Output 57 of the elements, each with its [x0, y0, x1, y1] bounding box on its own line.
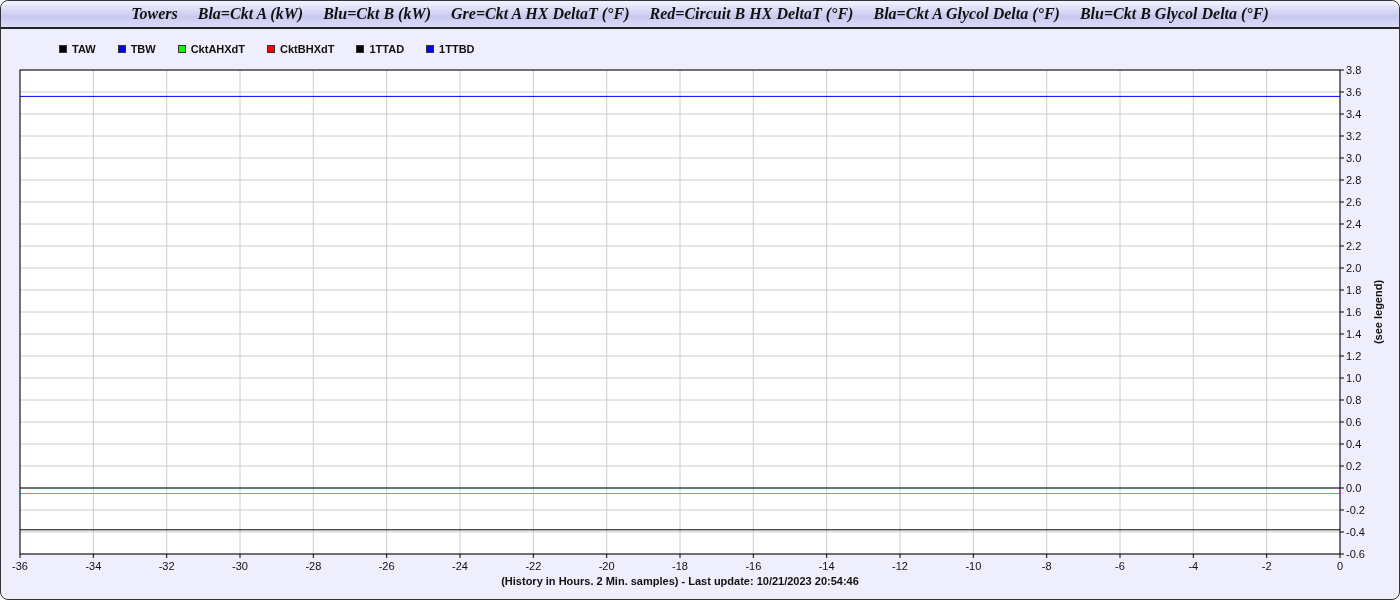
y-tick-label: 3.6 — [1346, 86, 1362, 98]
y-tick-label: 0.4 — [1346, 438, 1362, 450]
x-axis-title: (History in Hours. 2 Min. samples) - Last update: 10/21/2023 20:54:46 — [501, 575, 859, 587]
y-tick-label: 2.4 — [1346, 218, 1362, 230]
y-tick-label: 2.2 — [1346, 240, 1362, 252]
y-tick-label: 2.0 — [1346, 262, 1362, 274]
y-tick-label: 2.8 — [1346, 174, 1362, 186]
x-tick-label: -34 — [85, 560, 102, 572]
x-tick-label: -20 — [598, 560, 615, 572]
y-tick-label: 0.8 — [1346, 394, 1362, 406]
y-tick-label: -0.2 — [1346, 504, 1365, 516]
legend-label: CktAHXdT — [190, 43, 246, 55]
y-tick-label: 1.2 — [1346, 350, 1362, 362]
x-tick-label: -16 — [745, 560, 762, 572]
x-tick-label: -24 — [452, 560, 468, 572]
x-tick-label: -4 — [1188, 560, 1199, 572]
x-tick-label: -12 — [892, 560, 908, 572]
y-tick-label: 3.4 — [1346, 108, 1362, 120]
y-tick-label: 1.6 — [1346, 306, 1362, 318]
x-tick-label: -30 — [232, 560, 248, 572]
legend-label: TBW — [130, 43, 156, 55]
x-tick-label: -32 — [158, 560, 175, 572]
x-tick-label: -36 — [12, 560, 28, 572]
title-text: Blu=Ckt B Glycol Delta (°F) — [1079, 5, 1269, 23]
title-text: Red=Circuit B HX DeltaT (°F) — [649, 5, 854, 23]
title-text: Bla=Ckt A (kW) — [197, 5, 304, 23]
y-tick-label: -0.6 — [1346, 548, 1365, 560]
y-tick-label: 0.2 — [1346, 460, 1362, 472]
y-tick-label: -0.4 — [1346, 526, 1365, 538]
y-tick-label: 1.4 — [1346, 328, 1362, 340]
legend-label: 1TTBD — [439, 43, 475, 55]
title-text: Blu=Ckt B (kW) — [323, 5, 431, 23]
x-tick-label: -22 — [525, 560, 542, 572]
y-tick-label: 2.6 — [1346, 196, 1362, 208]
x-tick-label: -2 — [1261, 560, 1272, 572]
legend-label: 1TTAD — [369, 43, 405, 55]
y-tick-label: 3.0 — [1346, 152, 1362, 164]
legend-label: TAW — [72, 43, 96, 55]
y-axis-title: (see legend) — [1372, 279, 1384, 345]
x-tick-label: -14 — [818, 560, 835, 572]
x-tick-label: -6 — [1115, 560, 1125, 572]
x-tick-label: -26 — [378, 560, 395, 572]
x-tick-label: 0 — [1336, 560, 1344, 572]
y-tick-label: 0.6 — [1346, 416, 1362, 428]
x-tick-label: -18 — [672, 560, 688, 572]
y-tick-label: 1.0 — [1346, 372, 1362, 384]
x-tick-label: -10 — [965, 560, 982, 572]
title-text: Bla=Ckt A Glycol Delta (°F) — [873, 5, 1060, 23]
legend-label: CktBHXdT — [280, 43, 335, 55]
y-tick-label: 3.8 — [1346, 64, 1362, 76]
x-tick-label: -8 — [1041, 560, 1052, 572]
y-tick-label: 3.2 — [1346, 130, 1362, 142]
y-tick-label: 1.8 — [1346, 284, 1362, 296]
title-text: Gre=Ckt A HX DeltaT (°F) — [451, 5, 630, 23]
x-tick-label: -28 — [305, 560, 322, 572]
y-tick-label: 0.0 — [1346, 482, 1362, 494]
title-text: Towers — [131, 5, 178, 23]
